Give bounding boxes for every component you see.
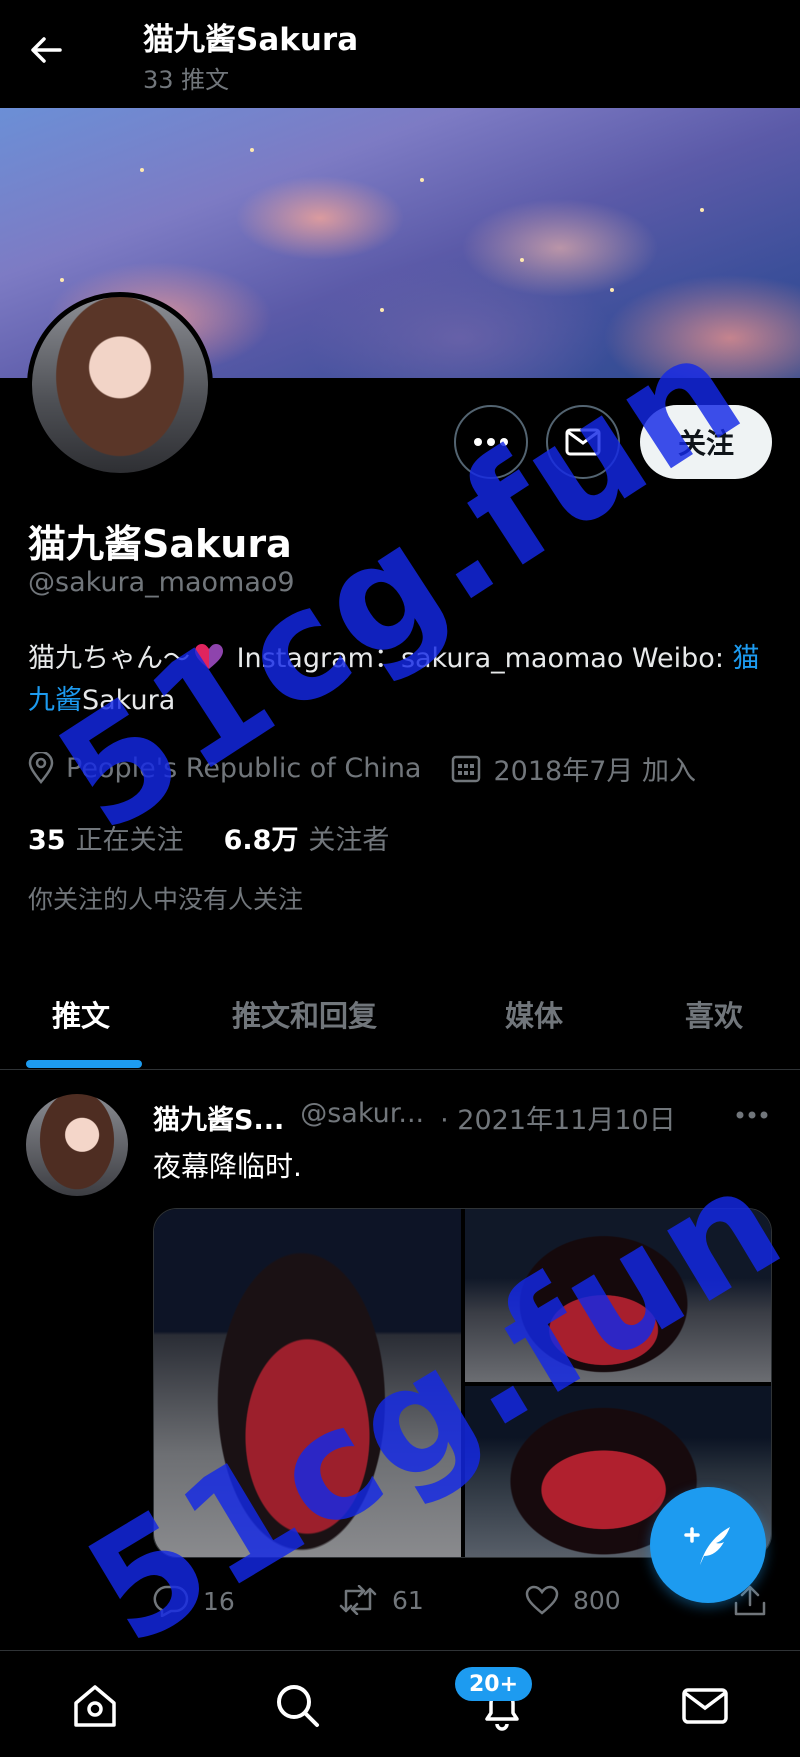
compose-feather-icon bbox=[684, 1527, 730, 1565]
header-title: 猫九酱Sakura bbox=[143, 22, 359, 58]
location-icon bbox=[28, 752, 54, 784]
profile-tabs: 推文 推文和回复 媒体 喜欢 bbox=[0, 975, 800, 1070]
tweet-author-name[interactable]: 猫九酱S... bbox=[153, 1098, 284, 1137]
followers-label: 关注者 bbox=[308, 825, 390, 856]
retweet-count: 61 bbox=[392, 1585, 424, 1615]
tweet-text: 夜幕降临时. bbox=[153, 1150, 302, 1183]
compose-tweet-button[interactable] bbox=[650, 1487, 766, 1603]
tweet-author-handle[interactable]: @sakur... bbox=[300, 1098, 424, 1137]
tweet-header: 猫九酱S... @sakur... · 2021年11月10日 bbox=[153, 1098, 676, 1137]
tab-media[interactable]: 媒体 bbox=[505, 993, 563, 1035]
like-action[interactable]: 800 bbox=[525, 1585, 621, 1615]
followers-count: 6.8万 bbox=[223, 825, 299, 856]
notifications-badge: 20+ bbox=[455, 1667, 533, 1701]
header-tweet-count: 33 推文 bbox=[143, 66, 230, 94]
bottom-navigation bbox=[0, 1650, 800, 1757]
followers-link[interactable]: 6.8万 关注者 bbox=[224, 818, 390, 857]
messages-icon[interactable] bbox=[680, 1681, 730, 1731]
tab-tweets-and-replies[interactable]: 推文和回复 bbox=[232, 993, 377, 1035]
retweet-action[interactable]: 61 bbox=[338, 1585, 424, 1615]
tab-likes[interactable]: 喜欢 bbox=[685, 993, 743, 1035]
profile-joined-date: 2018年7月 加入 bbox=[493, 755, 696, 787]
followed-by-note: 你关注的人中没有人关注 bbox=[28, 885, 304, 914]
search-icon[interactable] bbox=[273, 1681, 323, 1731]
home-icon[interactable] bbox=[70, 1681, 120, 1731]
following-count: 35 bbox=[28, 825, 66, 856]
back-arrow-icon[interactable] bbox=[26, 30, 66, 70]
tweet-date[interactable]: · 2021年11月10日 bbox=[440, 1098, 676, 1137]
tweet-avatar[interactable] bbox=[26, 1094, 128, 1196]
profile-name: 猫九酱Sakura bbox=[28, 522, 292, 566]
top-bar: 猫九酱Sakura 33 推文 bbox=[0, 0, 800, 108]
tab-tweets[interactable]: 推文 bbox=[52, 993, 110, 1035]
like-heart-icon bbox=[525, 1585, 559, 1615]
retweet-icon bbox=[339, 1585, 377, 1615]
profile-avatar[interactable] bbox=[27, 292, 213, 478]
tweet-more-icon[interactable] bbox=[732, 1100, 772, 1130]
active-tab-indicator bbox=[26, 1060, 142, 1068]
like-count: 800 bbox=[573, 1585, 621, 1615]
follow-counts: 35 正在关注 6.8万 关注者 bbox=[28, 818, 389, 857]
calendar-icon bbox=[452, 755, 481, 783]
